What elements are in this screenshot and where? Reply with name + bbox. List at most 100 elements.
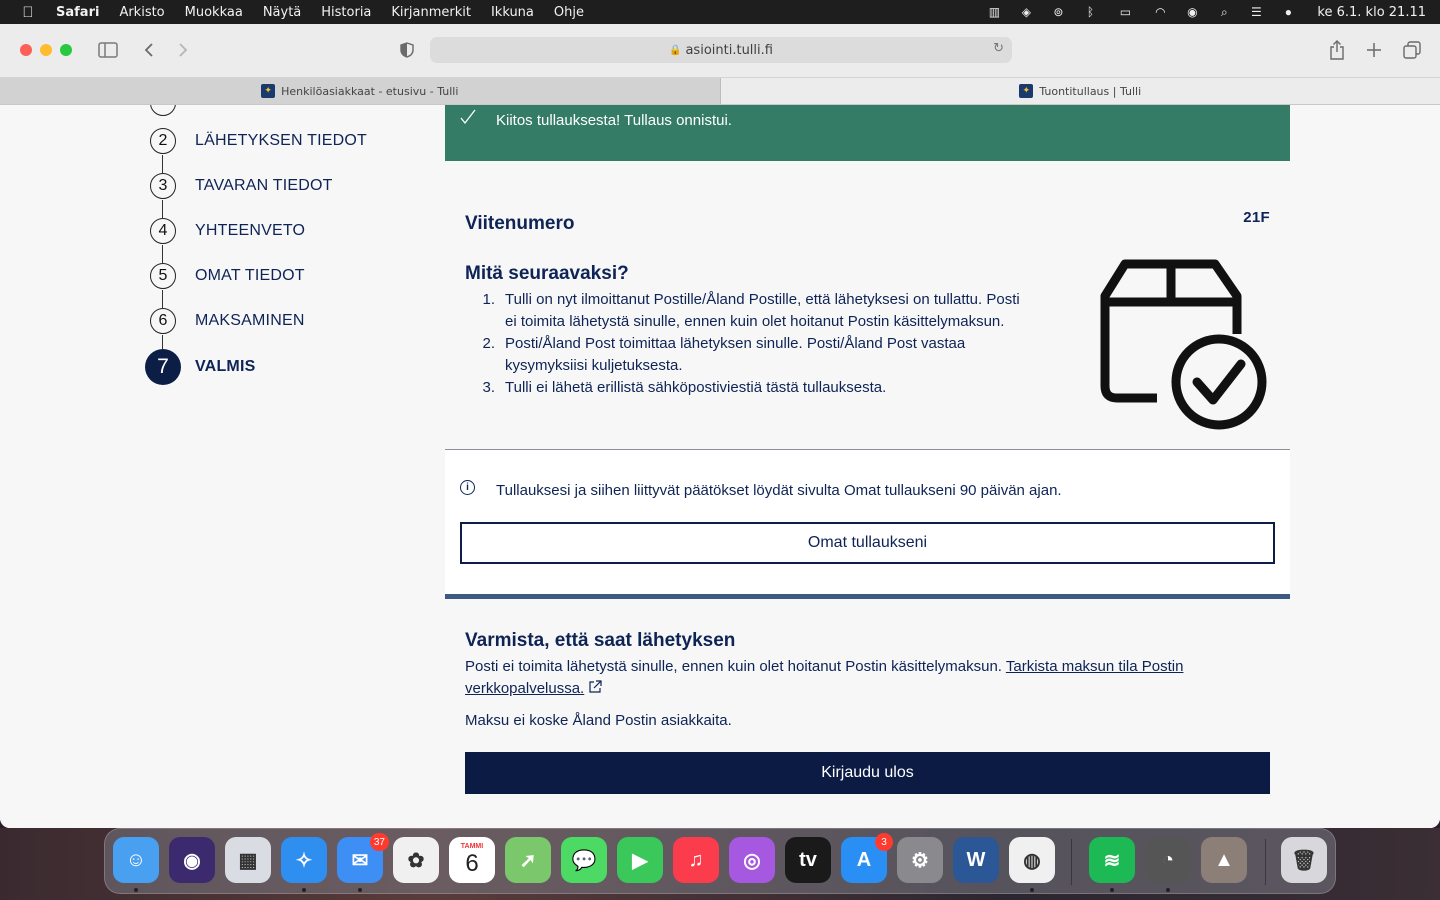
main-panel: Kiitos tullauksesta! Tullaus onnistui. V… <box>445 105 1290 828</box>
sidebar-toggle-icon[interactable] <box>96 38 120 62</box>
summary-card: Viitenumero 21F Mitä seuraavaksi? 1. Tul… <box>445 161 1290 449</box>
messages-icon[interactable]: 💬 <box>561 837 607 883</box>
system-preferences-icon[interactable]: ⚙ <box>897 837 943 883</box>
list-number: 2. <box>482 335 495 352</box>
stepper-line <box>162 200 163 218</box>
tulli-favicon-icon: ✦ <box>261 84 276 98</box>
chrome-icon[interactable]: ◍ <box>1009 837 1055 883</box>
list-text: Tulli ei lähetä erillistä sähköpostivies… <box>505 379 887 396</box>
link-text: Tarkista maksun tila Postin <box>1005 658 1184 675</box>
page-content: 2 LÄHETYKSEN TIEDOT 3 TAVARAN TIEDOT 4 Y… <box>0 105 1440 828</box>
list-text-line: Posti/Åland Post toimittaa lähetyksen si… <box>505 335 966 352</box>
step-label: LÄHETYKSEN TIEDOT <box>195 132 368 149</box>
calendar-icon[interactable]: TAMMI 6 <box>449 837 495 883</box>
step-3: 3 TAVARAN TIEDOT <box>150 173 333 199</box>
step-circle <box>150 105 176 116</box>
tulli-favicon-icon: ✦ <box>1019 84 1034 98</box>
mail-icon[interactable]: ✉ 37 <box>337 833 389 883</box>
close-window-button[interactable] <box>20 44 32 56</box>
new-tab-icon[interactable] <box>1362 38 1386 62</box>
spotify-icon[interactable]: ≋ <box>1089 837 1135 883</box>
music-icon[interactable]: ♫ <box>673 837 719 883</box>
list-number: 3. <box>482 379 495 396</box>
running-indicator <box>358 888 362 892</box>
verify-title: Varmista, että saat lähetyksen <box>465 630 736 651</box>
running-indicator <box>134 888 138 892</box>
menubar-clock[interactable]: ke 6.1. klo 21.11 <box>1317 5 1426 20</box>
step-1-partial <box>150 105 176 116</box>
launchpad-icon[interactable]: ▦ <box>225 837 271 883</box>
step-number: 3 <box>150 173 176 199</box>
stepper-line <box>162 245 163 263</box>
verify-text: Posti ei toimita lähetystä sinulle, enne… <box>465 656 1265 700</box>
trash-icon[interactable]: 🗑 <box>1281 837 1327 883</box>
info-text: Tullauksesi ja siihen liittyvät päätökse… <box>496 482 1062 499</box>
siri-icon[interactable]: ● <box>1279 5 1297 19</box>
url-text: asiointi.tulli.fi <box>685 42 773 58</box>
menu-historia[interactable]: Historia <box>321 5 371 20</box>
share-icon[interactable] <box>1325 38 1349 62</box>
step-2: 2 LÄHETYKSEN TIEDOT <box>150 128 367 154</box>
tab-tuontitullaus[interactable]: ✦ Tuontitullaus | Tulli <box>720 78 1440 104</box>
success-message: Kiitos tullauksesta! Tullaus onnistui. <box>496 112 732 129</box>
list-number: 1. <box>482 291 495 308</box>
menu-ohje[interactable]: Ohje <box>554 5 584 20</box>
next-steps-list: 1. Tulli on nyt ilmoittanut Postille/Åla… <box>465 289 1065 399</box>
finder-icon[interactable]: ☺ <box>113 837 159 883</box>
reload-icon[interactable]: ↻ <box>993 41 1004 56</box>
maps-icon[interactable]: ➚ <box>505 837 551 883</box>
app-store-icon[interactable]: A3 <box>841 833 893 883</box>
airplay-icon[interactable]: ⊚ <box>1049 5 1067 19</box>
menu-bar:  Safari Arkisto Muokkaa Näytä Historia … <box>0 0 1440 24</box>
menu-arkisto[interactable]: Arkisto <box>119 5 164 20</box>
control-center-icon[interactable]: ☰ <box>1247 5 1265 19</box>
word-icon[interactable]: W <box>953 837 999 883</box>
battery-icon[interactable]: ▭ <box>1113 5 1137 19</box>
logout-button[interactable]: Kirjaudu ulos <box>465 752 1270 794</box>
safari-icon[interactable]: ✧ <box>281 837 327 883</box>
omat-tullaukseni-button[interactable]: Omat tullaukseni <box>460 522 1275 564</box>
stepper-line <box>162 290 163 308</box>
tab-title: Henkilöasiakkaat - etusivu - Tulli <box>281 84 459 98</box>
running-indicator <box>1110 888 1114 892</box>
activity-monitor-icon[interactable]: ◔ <box>1145 837 1191 883</box>
siri-icon[interactable]: ◉ <box>169 837 215 883</box>
menu-kirjanmerkit[interactable]: Kirjanmerkit <box>391 5 471 20</box>
list-text-line: ei toimita lähetystä sinulle, ennen kuin… <box>505 313 1005 330</box>
apple-menu-icon[interactable]:  <box>0 4 56 21</box>
menu-nayta[interactable]: Näytä <box>263 5 301 20</box>
podcasts-icon[interactable]: ◎ <box>729 837 775 883</box>
photos-icon[interactable]: ✿ <box>393 837 439 883</box>
browser-toolbar: 🔒 asiointi.tulli.fi ↻ <box>0 24 1440 78</box>
forward-icon[interactable] <box>171 38 195 62</box>
back-icon[interactable] <box>137 38 161 62</box>
stage-manager-icon[interactable]: ▥ <box>985 5 1003 19</box>
menu-muokkaa[interactable]: Muokkaa <box>185 5 243 20</box>
minimize-window-button[interactable] <box>40 44 52 56</box>
spotlight-icon[interactable]: ⌕ <box>1215 5 1233 19</box>
facetime-icon[interactable]: ▶ <box>617 837 663 883</box>
downloads-stack-icon[interactable]: ▲ <box>1201 837 1247 883</box>
menu-app-name[interactable]: Safari <box>56 5 99 20</box>
list-text-line: Tulli on nyt ilmoittanut Postille/Åland … <box>505 291 1020 308</box>
maximize-window-button[interactable] <box>60 44 72 56</box>
list-item: 3. Tulli ei lähetä erillistä sähköpostiv… <box>465 377 1065 399</box>
wifi-icon[interactable]: ◠ <box>1151 5 1169 19</box>
bluetooth-icon[interactable]: ᛒ <box>1081 5 1099 19</box>
verify-card: Varmista, että saat lähetyksen Posti ei … <box>445 599 1290 828</box>
user-icon[interactable]: ◉ <box>1183 5 1201 19</box>
running-indicator <box>1166 888 1170 892</box>
tab-overview-icon[interactable] <box>1400 38 1424 62</box>
address-bar[interactable]: 🔒 asiointi.tulli.fi ↻ <box>430 37 1012 63</box>
dropbox-icon[interactable]: ◈ <box>1017 5 1035 19</box>
list-text: Tulli on nyt ilmoittanut Postille/Åland … <box>505 289 1020 333</box>
success-banner: Kiitos tullauksesta! Tullaus onnistui. <box>445 105 1290 161</box>
privacy-shield-icon[interactable] <box>395 38 419 62</box>
next-steps-title: Mitä seuraavaksi? <box>465 263 629 284</box>
step-number: 7 <box>145 349 181 385</box>
step-number: 5 <box>150 263 176 289</box>
menu-ikkuna[interactable]: Ikkuna <box>491 5 534 20</box>
tab-henkiloasiakkaat[interactable]: ✦ Henkilöasiakkaat - etusivu - Tulli <box>0 78 721 104</box>
apple-tv-icon[interactable]: tv <box>785 837 831 883</box>
external-link-icon <box>589 680 602 693</box>
